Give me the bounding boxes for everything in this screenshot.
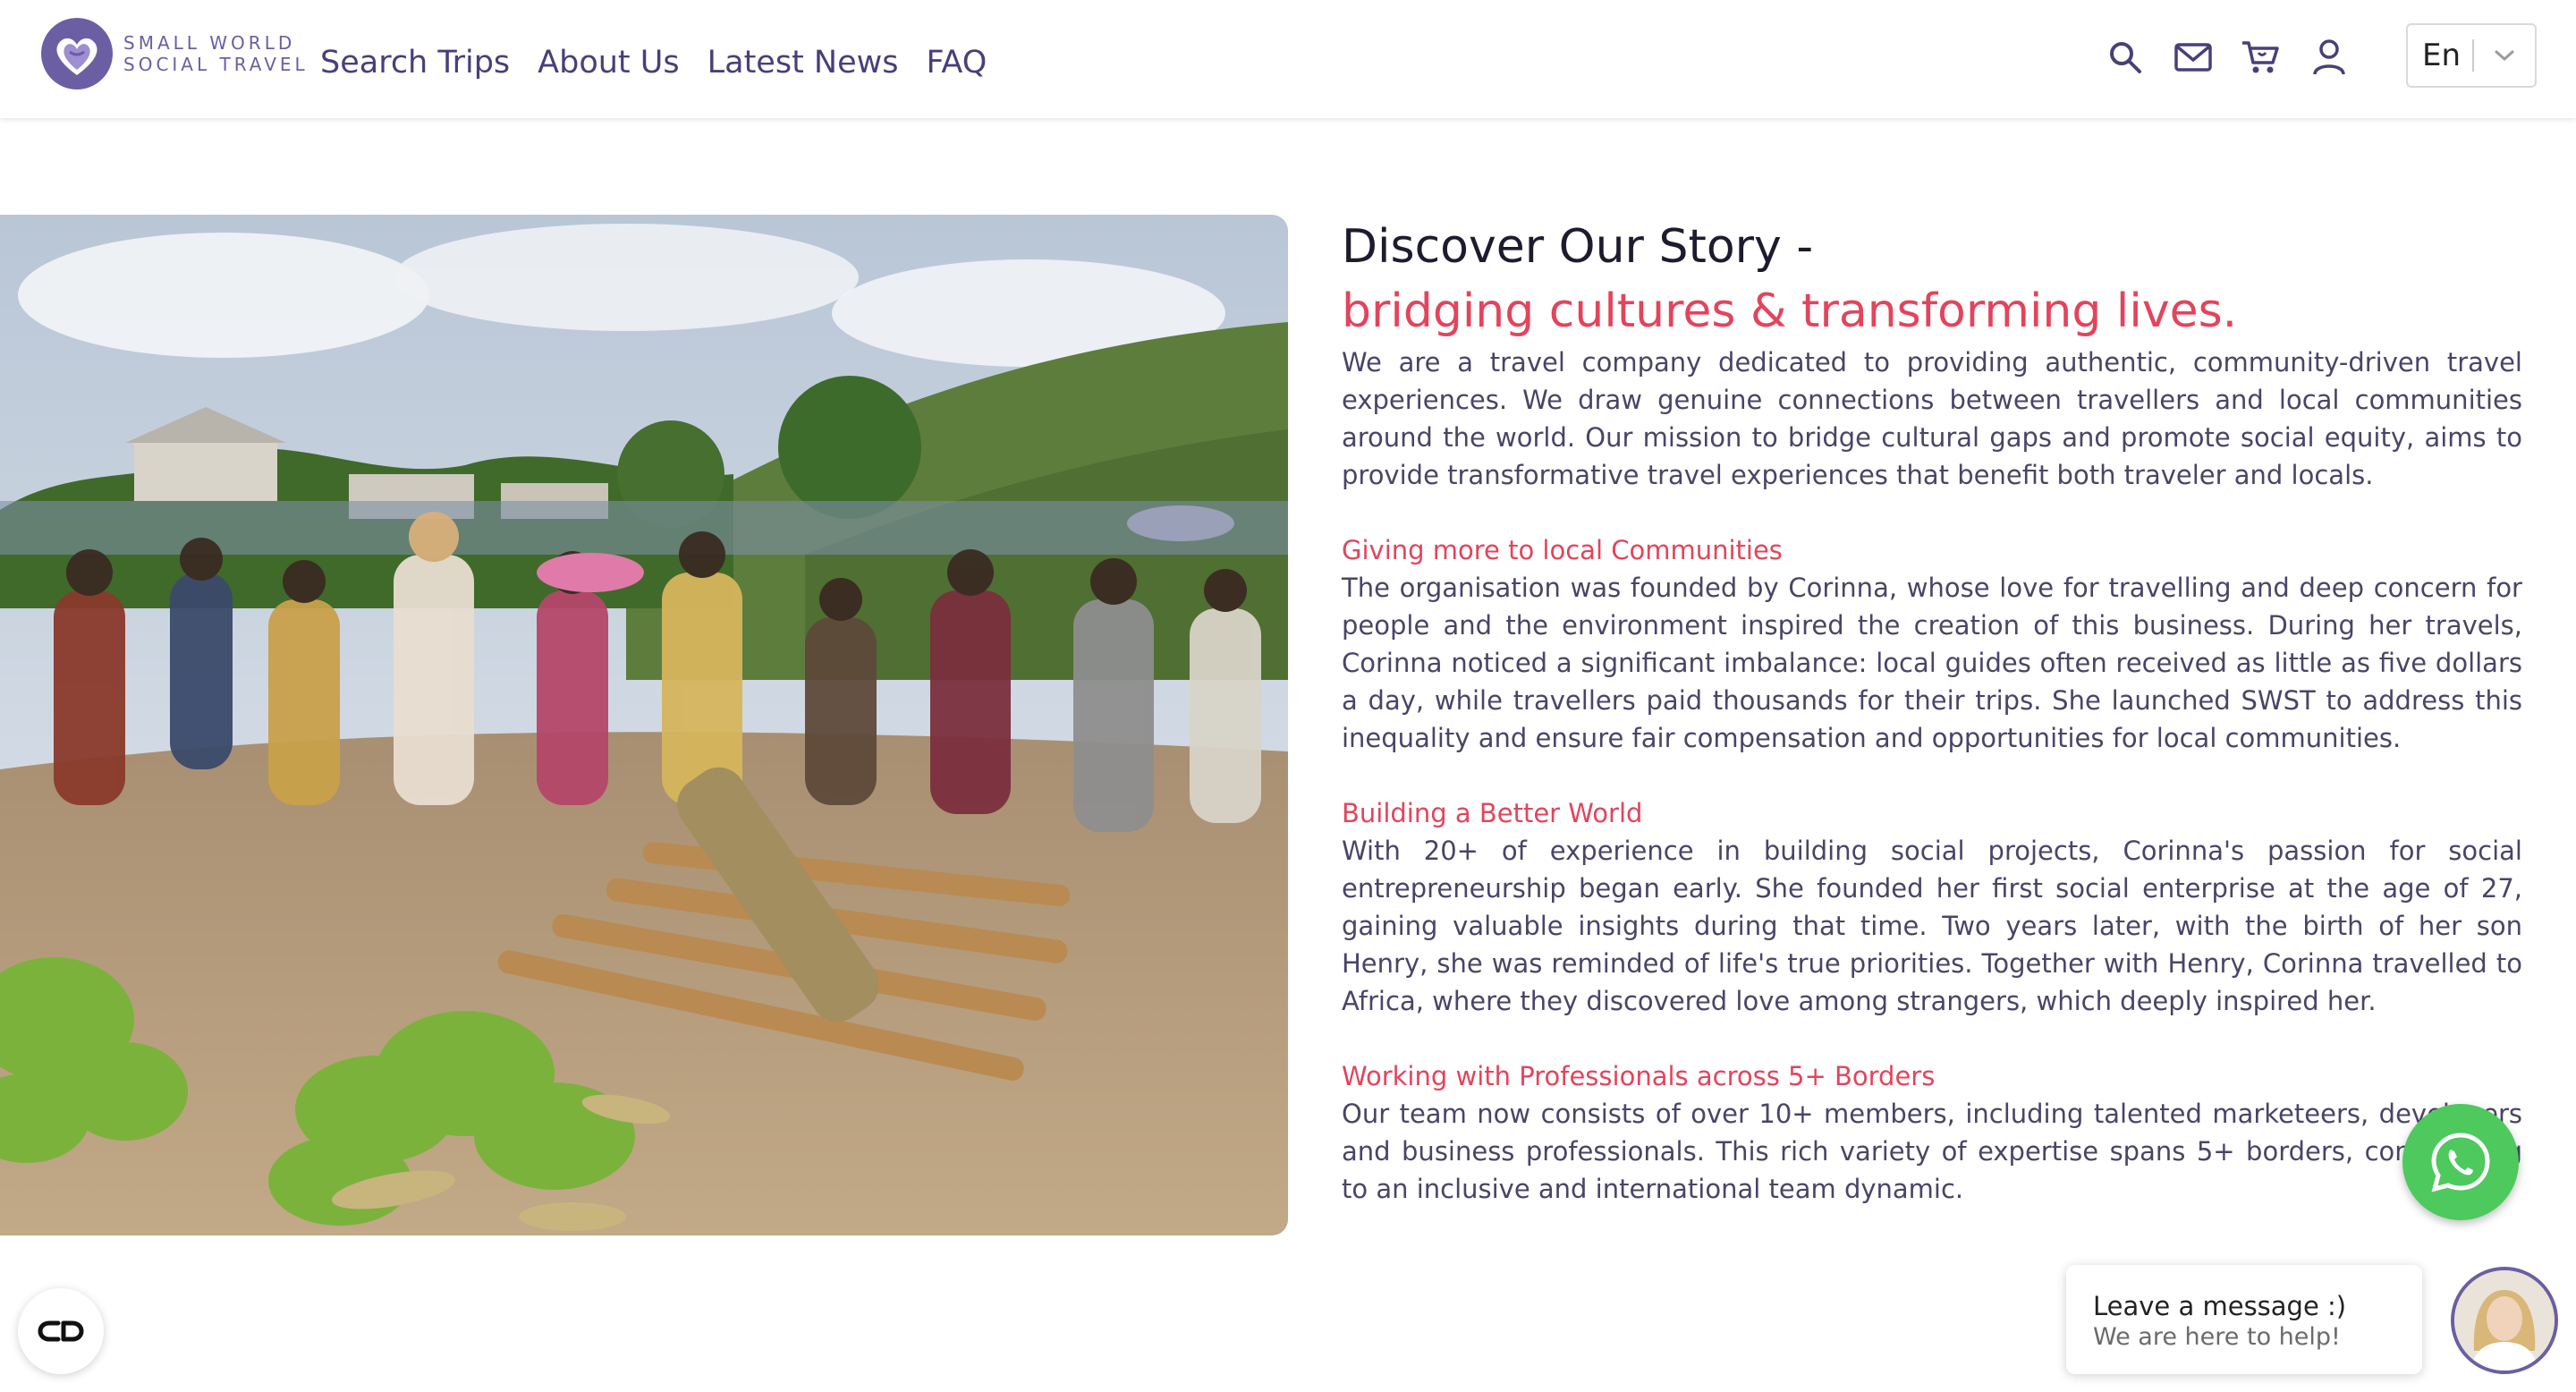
- chat-message-prompt[interactable]: Leave a message :) We are here to help!: [2066, 1265, 2422, 1374]
- cart-icon[interactable]: [2238, 34, 2284, 81]
- story-title: Discover Our Story -: [1342, 220, 1814, 274]
- whatsapp-icon: [2431, 1133, 2490, 1193]
- nav-faq[interactable]: FAQ: [927, 39, 987, 86]
- hero-photo: [0, 215, 1288, 1235]
- section-body-professionals: Our team now consists of over 10+ member…: [1342, 1099, 2522, 1204]
- site-header: SMALL WORLD SOCIAL TRAVEL Search Trips A…: [0, 0, 2576, 118]
- nav-latest-news[interactable]: Latest News: [708, 39, 899, 86]
- section-body-communities: The organisation was founded by Corinna,…: [1342, 573, 2522, 753]
- brand-name: SMALL WORLD SOCIAL TRAVEL: [123, 32, 309, 75]
- story-subtitle: bridging cultures & transforming lives.: [1342, 284, 2238, 338]
- chat-agent-avatar[interactable]: [2451, 1267, 2558, 1374]
- header-icon-bar: [2102, 34, 2374, 81]
- brand-logo[interactable]: SMALL WORLD SOCIAL TRAVEL: [39, 16, 309, 91]
- heart-globe-icon: [41, 18, 113, 89]
- search-icon[interactable]: [2102, 34, 2148, 81]
- chevron-down-icon: [2474, 49, 2535, 62]
- brand-name-line1: SMALL WORLD: [123, 32, 296, 54]
- chat-subtitle: We are here to help!: [2093, 1323, 2341, 1351]
- story-intro: We are a travel company dedicated to pro…: [1342, 347, 2522, 490]
- section-body-better-world: With 20+ of experience in building socia…: [1342, 836, 2522, 1016]
- user-icon[interactable]: [2306, 34, 2352, 81]
- section-heading-communities: Giving more to local Communities: [1342, 535, 1783, 565]
- market-scene-image: [0, 215, 1288, 1235]
- language-selected: En: [2422, 38, 2462, 73]
- section-heading-professionals: Working with Professionals across 5+ Bor…: [1342, 1061, 1936, 1091]
- language-select[interactable]: En: [2406, 23, 2537, 88]
- story-section: Discover Our Story - bridging cultures &…: [1342, 215, 2522, 1208]
- accessibility-button[interactable]: [18, 1288, 104, 1374]
- mail-icon[interactable]: [2170, 34, 2216, 81]
- agent-portrait-image: [2454, 1270, 2555, 1371]
- nav-search-trips[interactable]: Search Trips: [320, 39, 510, 86]
- whatsapp-button[interactable]: [2402, 1104, 2519, 1220]
- section-heading-better-world: Building a Better World: [1342, 798, 1643, 828]
- chat-title: Leave a message :): [2093, 1291, 2347, 1321]
- nav-about-us[interactable]: About Us: [538, 39, 679, 86]
- accessibility-icon: [38, 1320, 84, 1342]
- main-nav: Search Trips About Us Latest News FAQ: [320, 39, 1014, 86]
- brand-name-line2: SOCIAL TRAVEL: [123, 54, 309, 75]
